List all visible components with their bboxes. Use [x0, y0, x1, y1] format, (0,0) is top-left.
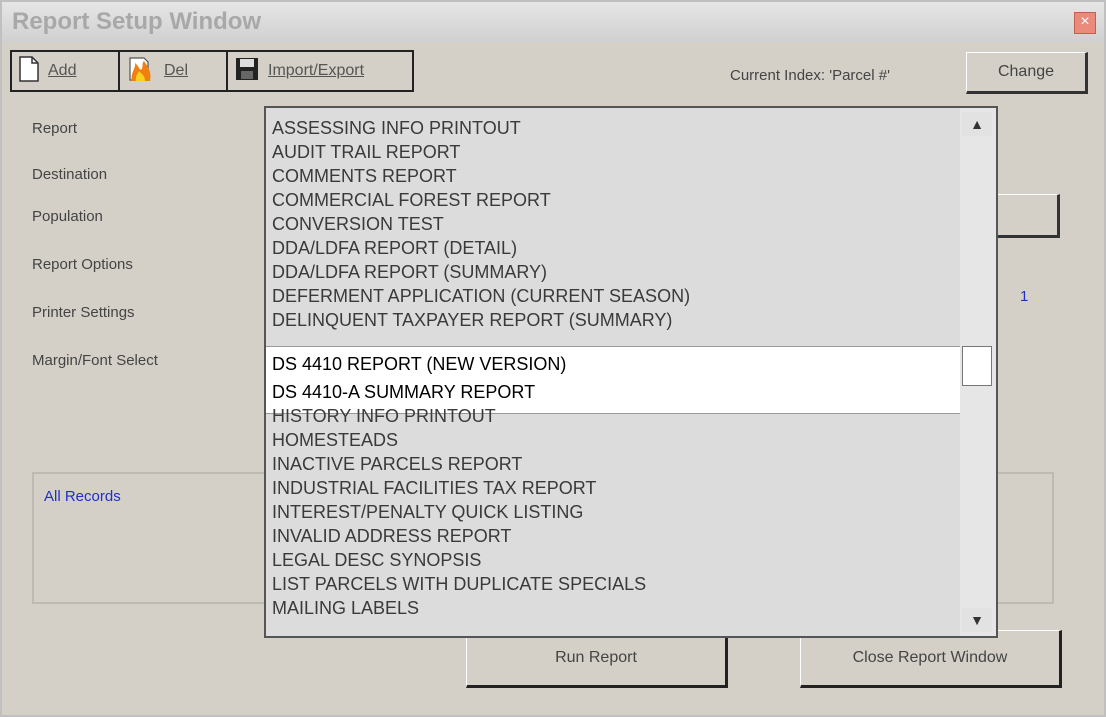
printer-settings-label: Printer Settings [32, 304, 135, 321]
list-item-highlighted[interactable]: DS 4410-A SUMMARY REPORT [272, 380, 535, 404]
scroll-thumb[interactable] [962, 346, 992, 386]
report-label: Report [32, 120, 78, 137]
margin-font-select-label: Margin/Font Select [32, 352, 158, 369]
destination-label: Destination [32, 166, 108, 183]
list-item[interactable]: COMMERCIAL FOREST REPORT [272, 188, 551, 212]
list-item[interactable]: AUDIT TRAIL REPORT [272, 140, 460, 164]
import-export-button[interactable]: Import/Export [226, 50, 414, 92]
close-report-window-label: Close Report Window [852, 649, 1008, 666]
list-item-highlighted[interactable]: DS 4410 REPORT (NEW VERSION) [272, 352, 566, 376]
list-item[interactable]: INTEREST/PENALTY QUICK LISTING [272, 500, 583, 524]
list-item[interactable]: DDA/LDFA REPORT (DETAIL) [272, 236, 517, 260]
population-button[interactable] [992, 194, 1060, 238]
list-item[interactable]: DELINQUENT TAXPAYER REPORT (SUMMARY) [272, 308, 672, 332]
list-item[interactable]: INACTIVE PARCELS REPORT [272, 452, 522, 476]
close-icon[interactable]: × [1074, 12, 1096, 34]
title-bar: Report Setup Window × [2, 2, 1104, 42]
new-document-icon [18, 55, 40, 87]
close-report-window-button[interactable]: Close Report Window [800, 630, 1062, 688]
list-item[interactable]: DDA/LDFA REPORT (SUMMARY) [272, 260, 547, 284]
list-item[interactable]: INDUSTRIAL FACILITIES TAX REPORT [272, 476, 596, 500]
list-item[interactable]: MAILING LABELS [272, 596, 419, 620]
scroll-down-arrow-icon[interactable]: ▼ [962, 608, 992, 632]
list-item[interactable]: ASSESSING INFO PRINTOUT [272, 116, 521, 140]
report-setup-window: Report Setup Window × Add Del Import/Exp… [0, 0, 1106, 717]
delete-icon [126, 55, 156, 88]
population-value: All Records [44, 488, 121, 505]
toolbar: Add Del Import/Export Current Index: 'Pa… [2, 44, 1104, 100]
change-button[interactable]: Change [966, 52, 1088, 94]
add-button-label: Add [48, 62, 77, 79]
list-item[interactable]: COMMENTS REPORT [272, 164, 457, 188]
list-item[interactable]: CONVERSION TEST [272, 212, 444, 236]
report-options-label: Report Options [32, 256, 133, 273]
copies-value: 1 [1020, 288, 1029, 305]
list-item[interactable]: LEGAL DESC SYNOPSIS [272, 548, 481, 572]
list-item[interactable]: HISTORY INFO PRINTOUT [272, 404, 496, 428]
list-item[interactable]: DEFERMENT APPLICATION (CURRENT SEASON) [272, 284, 690, 308]
list-item[interactable]: INVALID ADDRESS REPORT [272, 524, 511, 548]
run-report-button[interactable]: Run Report [466, 630, 728, 688]
del-button[interactable]: Del [118, 50, 228, 92]
list-item[interactable]: HOMESTEADS [272, 428, 398, 452]
vertical-scrollbar[interactable]: ▲ ▼ [960, 108, 996, 636]
add-button[interactable]: Add [10, 50, 120, 92]
del-button-label: Del [164, 62, 189, 79]
population-label: Population [32, 208, 103, 225]
run-report-label: Run Report [555, 649, 637, 666]
list-item[interactable]: LIST PARCELS WITH DUPLICATE SPECIALS [272, 572, 646, 596]
import-export-label: Import/Export [268, 62, 365, 79]
scroll-up-arrow-icon[interactable]: ▲ [962, 112, 992, 136]
report-dropdown-list[interactable]: ASSESSING INFO PRINTOUT AUDIT TRAIL REPO… [264, 106, 998, 638]
floppy-disk-icon [234, 56, 260, 87]
current-index-text: Current Index: 'Parcel #' [730, 67, 890, 84]
window-title: Report Setup Window [12, 8, 262, 35]
